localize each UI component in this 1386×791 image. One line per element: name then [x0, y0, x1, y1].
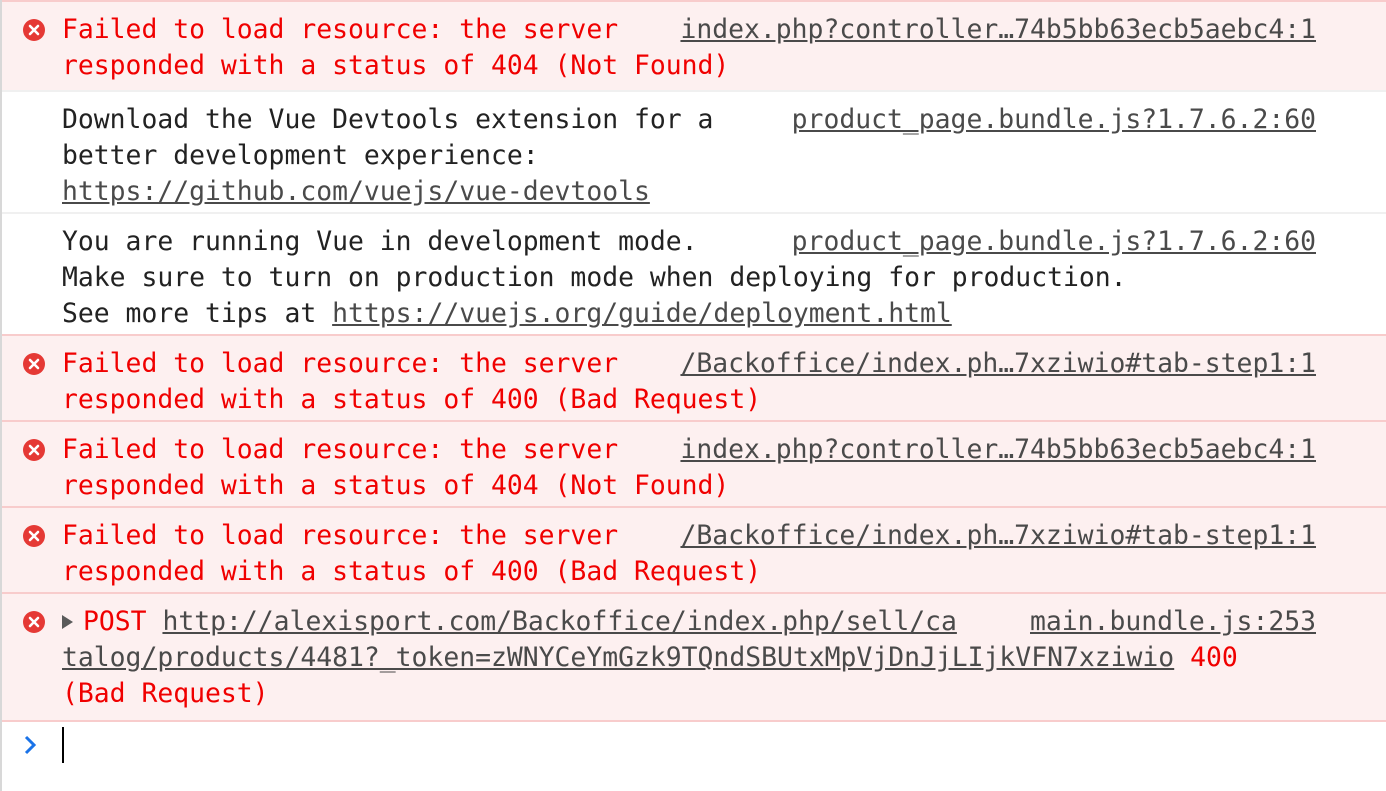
console-message-info[interactable]: product_page.bundle.js?1.7.6.2:60 You ar… [2, 212, 1386, 334]
console-message-error[interactable]: /Backoffice/index.ph…7xziwio#tab-step1:1… [2, 334, 1386, 420]
message-source-link[interactable]: main.bundle.js:253 [1030, 604, 1316, 640]
text-cursor [62, 727, 64, 763]
message-source-link[interactable]: index.php?controller…74b5bb63ecb5aebc4:1 [680, 12, 1316, 48]
error-circle-icon [23, 525, 45, 547]
message-url-link[interactable]: https://vuejs.org/guide/deployment.html [332, 298, 952, 329]
message-text: See more tips at [62, 298, 333, 329]
message-source-link[interactable]: /Backoffice/index.ph…7xziwio#tab-step1:1 [680, 518, 1316, 554]
devtools-console: index.php?controller…74b5bb63ecb5aebc4:1… [0, 0, 1386, 791]
message-url-link[interactable]: https://github.com/vuejs/vue-devtools [62, 176, 650, 207]
message-source-link[interactable]: index.php?controller…74b5bb63ecb5aebc4:1 [680, 432, 1316, 468]
request-method: POST [83, 606, 147, 637]
status-code: 400 [1174, 642, 1238, 673]
message-text: better development experience: [62, 140, 539, 171]
chevron-right-icon [24, 735, 37, 755]
console-message-error[interactable]: /Backoffice/index.ph…7xziwio#tab-step1:1… [2, 506, 1386, 592]
message-source-link[interactable]: product_page.bundle.js?1.7.6.2:60 [792, 102, 1316, 138]
console-message-info[interactable]: product_page.bundle.js?1.7.6.2:60 Downlo… [2, 90, 1386, 212]
message-text: responded with a status of 400 (Bad Requ… [62, 556, 762, 587]
message-text: responded with a status of 400 (Bad Requ… [62, 384, 762, 415]
message-text: Make sure to turn on production mode whe… [62, 262, 1127, 293]
console-prompt[interactable] [22, 725, 1362, 765]
request-url-link[interactable]: http://alexisport.com/Backoffice/index.p… [162, 606, 956, 637]
console-message-error[interactable]: index.php?controller…74b5bb63ecb5aebc4:1… [2, 0, 1386, 90]
message-source-link[interactable]: product_page.bundle.js?1.7.6.2:60 [792, 224, 1316, 260]
error-circle-icon [23, 611, 45, 633]
console-message-error[interactable]: index.php?controller…74b5bb63ecb5aebc4:1… [2, 420, 1386, 506]
expand-triangle-icon[interactable] [62, 615, 73, 629]
status-text: (Bad Request) [62, 678, 269, 709]
console-message-error[interactable]: main.bundle.js:253 POST http://alexispor… [2, 592, 1386, 722]
error-circle-icon [23, 353, 45, 375]
message-text: responded with a status of 404 (Not Foun… [62, 50, 730, 81]
error-circle-icon [23, 439, 45, 461]
message-source-link[interactable]: /Backoffice/index.ph…7xziwio#tab-step1:1 [680, 346, 1316, 382]
request-url-link[interactable]: talog/products/4481?_token=zWNYCeYmGzk9T… [62, 642, 1174, 673]
message-text: responded with a status of 404 (Not Foun… [62, 470, 730, 501]
error-circle-icon [23, 19, 45, 41]
